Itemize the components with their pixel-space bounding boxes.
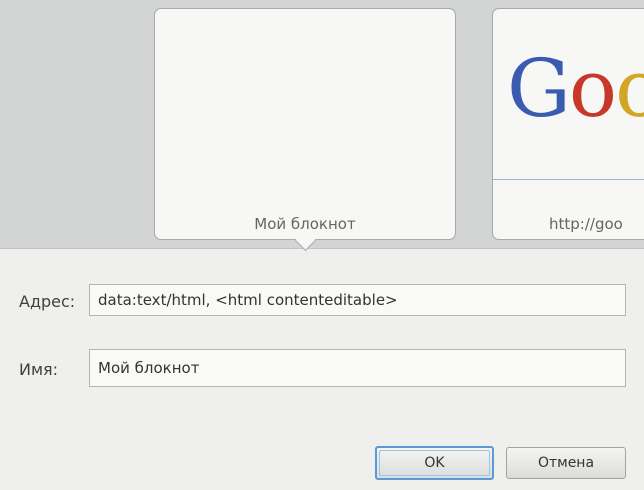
thumbnail-strip: Мой блокнот Goo http://goo (0, 0, 644, 252)
google-logo: Goo (507, 49, 644, 129)
thumbnail-tile-google[interactable]: Goo http://goo (492, 8, 644, 240)
address-input[interactable] (89, 284, 626, 316)
ok-button-label: OK (379, 450, 490, 476)
ok-button[interactable]: OK (375, 446, 494, 480)
logo-letter: G (507, 42, 571, 135)
logo-letter: o (568, 42, 617, 135)
thumbnail-tile-selected[interactable]: Мой блокнот (154, 8, 456, 252)
divider (493, 179, 644, 180)
address-label: Адрес: (19, 292, 76, 311)
logo-letter: o (615, 42, 644, 135)
name-input[interactable] (89, 349, 626, 387)
cancel-button[interactable]: Отмена (506, 447, 626, 479)
thumbnail-caption: http://goo (549, 215, 623, 233)
selection-pointer (294, 229, 317, 252)
name-label: Имя: (19, 360, 59, 379)
